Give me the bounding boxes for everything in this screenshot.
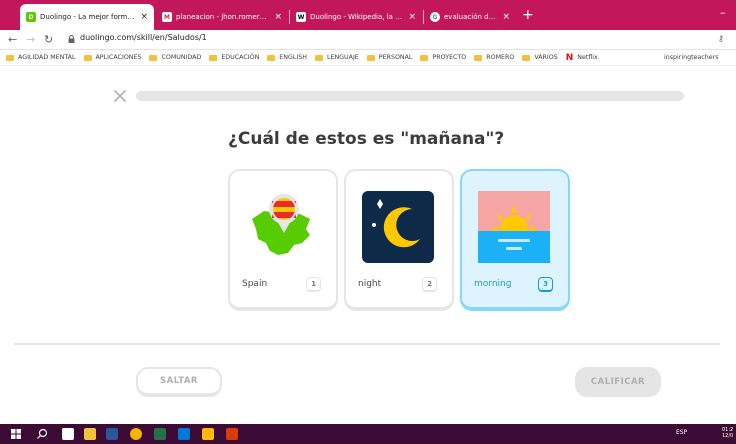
bookmark-label: VARIOS [534, 54, 558, 61]
skip-button[interactable]: SALTAR [136, 367, 222, 397]
folder-icon [366, 54, 375, 61]
address-bar: ← → ↻ duolingo.com/skill/en/Saludos/1 ⚷ [0, 30, 736, 50]
morning-sunrise-icon [478, 191, 550, 263]
bookmark-folder[interactable]: EDUCACIÓN [209, 54, 259, 61]
new-tab-button[interactable]: + [522, 8, 534, 22]
excel-icon[interactable] [154, 428, 166, 440]
bookmark-label: EDUCACIÓN [221, 54, 260, 61]
bookmark-label: APLICACIONES [95, 54, 142, 61]
chrome-icon[interactable] [130, 428, 142, 440]
bookmarks-bar: AGILIDAD MENTAL APLICACIONES COMUNIDAD E… [0, 50, 736, 66]
word-icon[interactable] [106, 428, 118, 440]
choice-number: 1 [306, 277, 321, 292]
windows-taskbar: ESP 01:2 12/0 [0, 424, 736, 444]
file-explorer-icon[interactable] [84, 428, 96, 440]
close-icon[interactable]: × [140, 12, 148, 22]
bookmark-folder[interactable]: VARIOS [522, 54, 558, 61]
folder-icon [83, 54, 92, 61]
reload-icon[interactable]: ↻ [44, 33, 53, 46]
gmail-icon: M [162, 12, 172, 22]
store-icon[interactable] [178, 428, 190, 440]
lesson-page: ¿Cuál de estos es "mañana"? Spain 1 nigh… [0, 67, 736, 424]
bookmark-label: ENGLISH [279, 54, 307, 61]
choice-card-night[interactable]: night 2 [344, 169, 454, 311]
folder-icon [6, 54, 14, 61]
bookmark-label: AGILIDAD MENTAL [18, 54, 76, 61]
windows-start-icon[interactable] [10, 428, 22, 440]
lock-icon [68, 35, 75, 43]
bookmark-label: LENGUAJE [326, 54, 359, 61]
folder-icon [474, 54, 483, 61]
choice-number: 2 [422, 277, 437, 292]
folder-icon [149, 54, 158, 61]
bookmark-inspiringteachers[interactable]: inspiringteachers [664, 54, 719, 61]
netflix-icon: N [565, 52, 574, 63]
footer-divider [14, 343, 720, 345]
question-title: ¿Cuál de estos es "mañana"? [228, 129, 505, 149]
bookmark-folder[interactable]: LENGUAJE [314, 54, 359, 61]
system-tray-language[interactable]: ESP [676, 429, 687, 436]
tab-title: Duolingo - La mejor forma de ap [40, 13, 136, 21]
tab-title: evaluación de duolingo - Buscar [444, 13, 498, 21]
sticky-notes-icon[interactable] [202, 428, 214, 440]
forward-arrow-icon[interactable]: → [26, 33, 35, 46]
bookmark-folder[interactable]: ROMERO [474, 54, 514, 61]
tab-wikipedia[interactable]: W Duolingo - Wikipedia, la enciclo × [290, 4, 422, 30]
choice-number: 3 [538, 277, 553, 292]
close-icon[interactable]: × [274, 12, 282, 22]
close-icon[interactable]: × [502, 12, 510, 22]
bookmark-label: COMUNIDAD [161, 54, 202, 61]
tab-title: Duolingo - Wikipedia, la enciclo [310, 13, 404, 21]
night-moon-icon [362, 191, 434, 263]
bookmark-folder[interactable]: ENGLISH [267, 54, 307, 61]
minimize-button[interactable]: – [720, 6, 726, 19]
spain-map-icon [252, 194, 310, 255]
tab-gmail[interactable]: M planeacion - jhon.romero@ustal × [156, 4, 288, 30]
bookmark-label: PROYECTO [432, 54, 467, 61]
choice-label: night [358, 279, 382, 289]
folder-icon [314, 54, 323, 61]
folder-icon [522, 54, 531, 61]
choice-card-morning[interactable]: morning 3 [460, 169, 570, 311]
folder-icon [267, 54, 276, 61]
search-icon[interactable] [36, 428, 48, 440]
choice-label: Spain [242, 279, 268, 289]
bookmark-label: PERSONAL [378, 54, 413, 61]
bookmark-folder[interactable]: COMUNIDAD [149, 54, 201, 61]
choice-label: morning [474, 279, 512, 289]
system-clock[interactable]: 01:2 12/0 [722, 427, 733, 439]
browser-tab-strip: D Duolingo - La mejor forma de ap × M pl… [0, 0, 736, 30]
folder-icon [420, 54, 429, 61]
wikipedia-icon: W [296, 12, 306, 22]
bookmark-label: ROMERO [486, 54, 515, 61]
duolingo-icon: D [26, 12, 36, 22]
bookmark-folder[interactable]: APLICACIONES [83, 54, 142, 61]
lesson-progress-bar [136, 91, 684, 101]
url-input[interactable]: duolingo.com/skill/en/Saludos/1 [80, 33, 207, 42]
close-lesson-icon[interactable] [113, 89, 127, 103]
bookmark-folder[interactable]: AGILIDAD MENTAL [6, 54, 76, 61]
tab-title: planeacion - jhon.romero@ustal [176, 13, 271, 21]
folder-icon [209, 54, 218, 61]
tab-duolingo[interactable]: D Duolingo - La mejor forma de ap × [20, 4, 154, 30]
check-button[interactable]: CALIFICAR [575, 367, 661, 397]
tab-google-search[interactable]: G evaluación de duolingo - Buscar × [424, 4, 516, 30]
bookmark-folder[interactable]: PROYECTO [420, 54, 466, 61]
calculator-icon[interactable] [62, 428, 74, 440]
clock-date: 12/0 [722, 433, 734, 439]
bookmark-netflix[interactable]: N Netflix [566, 53, 598, 63]
close-icon[interactable]: × [408, 12, 416, 22]
choice-card-spain[interactable]: Spain 1 [228, 169, 338, 311]
bookmark-label: Netflix [577, 54, 598, 61]
acrobat-icon[interactable] [226, 428, 238, 440]
back-arrow-icon[interactable]: ← [8, 33, 17, 46]
bookmark-folder[interactable]: PERSONAL [366, 54, 413, 61]
key-icon[interactable]: ⚷ [718, 34, 724, 43]
google-icon: G [430, 12, 440, 22]
